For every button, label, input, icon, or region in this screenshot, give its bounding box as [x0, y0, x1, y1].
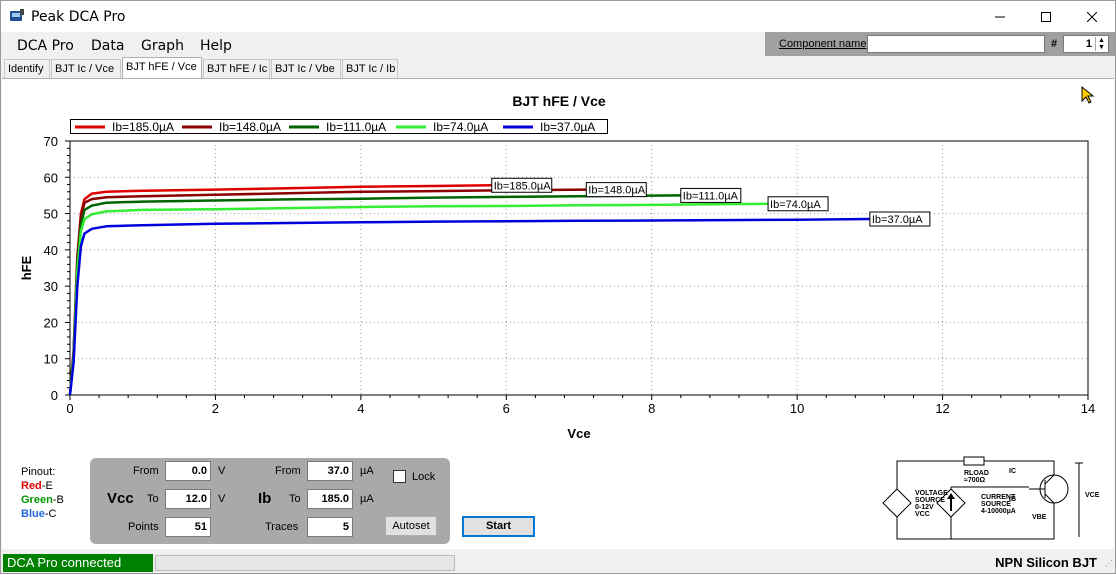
voltage-source-label: VOLTAGE [915, 490, 948, 497]
x-axis-label: Vce [567, 426, 590, 441]
y-tick-label: 30 [44, 279, 58, 294]
x-tick-label: 8 [648, 401, 655, 416]
x-tick-label: 2 [212, 401, 219, 416]
y-axis-label: hFE [19, 255, 34, 280]
lock-checkbox[interactable] [393, 470, 406, 483]
ib-circuit-label: IB [1009, 496, 1016, 503]
x-tick-label: 14 [1081, 401, 1095, 416]
x-tick-label: 12 [935, 401, 949, 416]
vcc-to-label: To [147, 493, 159, 505]
legend-entry: Ib=185.0µA [112, 120, 174, 134]
chart-legend-entries: Ib=185.0µA Ib=148.0µA Ib=111.0µA Ib=74.0µA I… [75, 120, 595, 134]
y-tick-label: 20 [44, 315, 58, 330]
vcc-to-field[interactable]: 12.0 [165, 489, 211, 509]
legend-entry: Ib=148.0µA [219, 120, 281, 134]
series-end-label: Ib=148.0µA [588, 185, 645, 197]
voltage-source-label: SOURCE [915, 497, 945, 504]
ic-label: IC [1009, 468, 1016, 475]
traces-label: Traces [265, 521, 299, 533]
ib-to-unit: µA [360, 493, 374, 505]
autoset-button[interactable]: Autoset [385, 516, 437, 536]
series-end-label: Ib=74.0µA [770, 199, 821, 211]
traces-field[interactable]: 5 [307, 517, 353, 537]
ib-from-label: From [275, 465, 301, 477]
pinout-item: Green-B [21, 494, 64, 506]
y-tick-label: 10 [44, 352, 58, 367]
x-tick-label: 4 [357, 401, 364, 416]
y-tick-label: 60 [44, 170, 58, 185]
lock-label: Lock [412, 471, 436, 483]
rload-label: RLOAD [964, 470, 989, 477]
series-end-label: Ib=37.0µA [872, 214, 923, 226]
x-tick-label: 0 [66, 401, 73, 416]
vcc-from-unit: V [218, 465, 226, 477]
y-tick-label: 0 [51, 388, 58, 403]
pinout-item: Blue-C [21, 508, 57, 520]
ib-to-label: To [289, 493, 301, 505]
series-end-label: Ib=185.0µA [494, 180, 551, 192]
rload-value: ≈700Ω [964, 477, 986, 484]
y-tick-label: 40 [44, 243, 58, 258]
plot-area [69, 140, 1089, 396]
vcc-label: Vcc [107, 490, 134, 507]
connection-status: DCA Pro connected [3, 554, 153, 572]
ib-from-unit: µA [360, 465, 374, 477]
points-field[interactable]: 51 [165, 517, 211, 537]
vcc-to-unit: V [218, 493, 226, 505]
test-circuit-diagram: VOLTAGE SOURCE 0-12V VCC CURRENT SOURCE … [882, 456, 1100, 540]
vce-label: VCE [1085, 492, 1100, 499]
y-tick-label: 50 [44, 207, 58, 222]
mouse-cursor-icon [1081, 85, 1095, 104]
current-source-range: 4-10000µA [981, 508, 1016, 515]
progress-bar [155, 555, 455, 571]
pinout-item: Red-E [21, 480, 53, 492]
x-tick-label: 10 [790, 401, 804, 416]
ib-to-field[interactable]: 185.0 [307, 489, 353, 509]
vcc-from-field[interactable]: 0.0 [165, 461, 211, 481]
vcc-from-label: From [133, 465, 159, 477]
series-end-label: Ib=111.0µA [683, 190, 739, 202]
legend-entry: Ib=37.0µA [540, 120, 595, 134]
chart-grid [69, 140, 1089, 396]
start-button[interactable]: Start [462, 516, 535, 537]
status-bar: DCA Pro connected NPN Silicon BJT ⋰ [1, 553, 1115, 573]
y-tick-label: 70 [44, 134, 58, 149]
ib-label: Ib [258, 490, 272, 507]
app-window: Peak DCA Pro DCA Pro Data Graph Help Com… [0, 0, 1116, 574]
device-type-label: NPN Silicon BJT [995, 555, 1097, 570]
points-label: Points [128, 521, 159, 533]
voltage-source-vcc: VCC [915, 511, 930, 518]
pinout-title: Pinout: [21, 466, 56, 478]
legend-entry: Ib=74.0µA [433, 120, 488, 134]
legend-entry: Ib=111.0µA [326, 120, 386, 134]
x-tick-label: 6 [503, 401, 510, 416]
voltage-source-range: 0-12V [915, 504, 934, 511]
ib-from-field[interactable]: 37.0 [307, 461, 353, 481]
resize-grip-icon[interactable]: ⋰ [1105, 559, 1113, 568]
pinout: Pinout: Red-E Green-B Blue-C [21, 465, 64, 521]
vbe-label: VBE [1032, 514, 1047, 521]
current-source-label: SOURCE [981, 501, 1011, 508]
